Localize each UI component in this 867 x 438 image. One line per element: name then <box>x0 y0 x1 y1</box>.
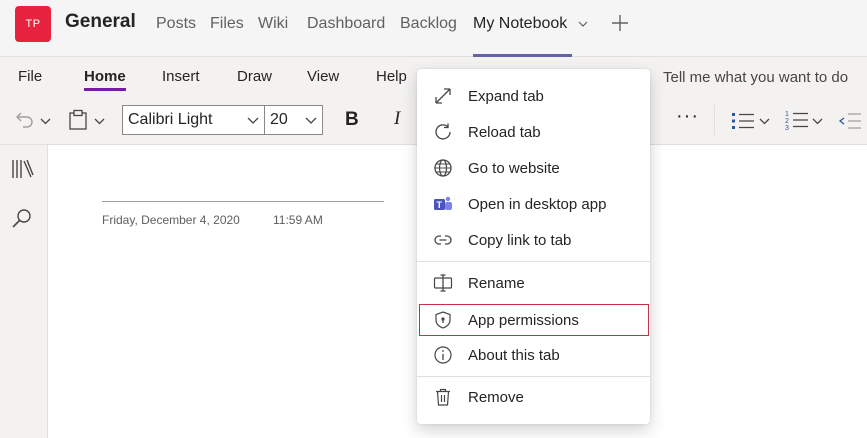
svg-text:3: 3 <box>785 125 789 131</box>
italic-button[interactable]: I <box>394 108 400 130</box>
page-date: Friday, December 4, 2020 <box>102 213 240 227</box>
tab-posts[interactable]: Posts <box>156 15 196 33</box>
font-size-select[interactable]: 20 <box>264 105 323 135</box>
chevron-down-icon[interactable] <box>812 118 823 125</box>
chevron-down-icon[interactable] <box>759 118 770 125</box>
chevron-down-icon[interactable] <box>305 117 317 125</box>
clipboard-icon[interactable] <box>68 109 88 131</box>
ribbon-tab-draw[interactable]: Draw <box>237 68 272 85</box>
info-icon <box>434 346 452 364</box>
menu-divider <box>417 376 650 377</box>
tab-dashboard[interactable]: Dashboard <box>307 15 385 33</box>
tab-wiki[interactable]: Wiki <box>258 15 288 33</box>
bullet-list-icon[interactable] <box>731 111 755 131</box>
svg-text:T: T <box>437 200 443 210</box>
svg-text:2: 2 <box>785 118 789 125</box>
undo-icon[interactable] <box>14 111 36 129</box>
page-title-line[interactable] <box>102 201 384 202</box>
menu-item-label: Reload tab <box>468 123 541 141</box>
ribbon-tab-insert[interactable]: Insert <box>162 68 200 85</box>
notebook-rail <box>0 145 48 438</box>
menu-item-remove[interactable]: Remove <box>417 379 650 415</box>
toolbar-divider <box>714 105 715 135</box>
menu-item-label: Go to website <box>468 159 560 177</box>
chevron-down-icon[interactable] <box>247 117 259 125</box>
menu-item-label: Rename <box>468 274 525 292</box>
tab-backlog[interactable]: Backlog <box>400 15 457 33</box>
expand-icon <box>435 88 451 104</box>
menu-item-label: About this tab <box>468 346 560 364</box>
menu-item-app-permissions[interactable]: App permissions <box>419 304 649 336</box>
shield-icon <box>435 311 451 329</box>
tab-context-menu: Expand tab Reload tab Go to website T Op… <box>417 69 650 424</box>
trash-icon <box>436 388 450 406</box>
chevron-down-icon[interactable] <box>578 20 588 28</box>
menu-item-copy-link-to-tab[interactable]: Copy link to tab <box>417 222 650 258</box>
decrease-indent-icon[interactable] <box>838 111 862 131</box>
page-time: 11:59 AM <box>273 213 323 227</box>
menu-item-about-this-tab[interactable]: About this tab <box>417 337 650 373</box>
chevron-down-icon[interactable] <box>94 118 105 125</box>
add-tab-icon[interactable] <box>610 13 630 33</box>
menu-item-label: Expand tab <box>468 87 544 105</box>
ribbon-tab-view[interactable]: View <box>307 68 339 85</box>
ribbon-tab-indicator <box>84 88 126 91</box>
teams-header: TP General Posts Files Wiki Dashboard Ba… <box>0 0 867 57</box>
ribbon-tab-file[interactable]: File <box>18 68 42 85</box>
tab-files[interactable]: Files <box>210 15 244 33</box>
tab-my-notebook[interactable]: My Notebook <box>473 15 567 33</box>
rename-icon <box>433 274 453 292</box>
search-icon[interactable] <box>11 208 33 230</box>
team-avatar[interactable]: TP <box>15 6 51 42</box>
menu-item-label: Remove <box>468 388 524 406</box>
globe-icon <box>434 159 452 177</box>
menu-item-label: App permissions <box>468 311 579 329</box>
reload-icon <box>435 123 451 140</box>
notebooks-icon[interactable] <box>11 158 35 180</box>
menu-divider <box>417 261 650 262</box>
link-icon <box>434 235 452 245</box>
menu-item-expand-tab[interactable]: Expand tab <box>417 78 650 114</box>
more-options-button[interactable]: ··· <box>676 105 699 128</box>
menu-item-go-to-website[interactable]: Go to website <box>417 150 650 186</box>
menu-item-label: Copy link to tab <box>468 231 572 249</box>
font-name-select[interactable]: Calibri Light <box>122 105 265 135</box>
teams-icon: T <box>434 196 452 210</box>
numbered-list-icon[interactable]: 1 2 3 <box>785 109 809 131</box>
menu-item-label: Open in desktop app <box>468 195 607 213</box>
tell-me-search[interactable]: Tell me what you want to do <box>663 69 848 86</box>
ribbon-tab-home[interactable]: Home <box>84 68 126 85</box>
channel-name: General <box>65 11 136 32</box>
font-size-value: 20 <box>270 111 288 128</box>
bold-button[interactable]: B <box>345 109 359 131</box>
chevron-down-icon[interactable] <box>40 118 51 125</box>
menu-item-reload-tab[interactable]: Reload tab <box>417 114 650 150</box>
font-name-value: Calibri Light <box>128 111 213 128</box>
ribbon-tab-help[interactable]: Help <box>376 68 407 85</box>
menu-item-rename[interactable]: Rename <box>417 265 650 301</box>
menu-item-open-in-desktop-app[interactable]: T Open in desktop app <box>417 186 650 222</box>
svg-text:1: 1 <box>785 111 789 118</box>
